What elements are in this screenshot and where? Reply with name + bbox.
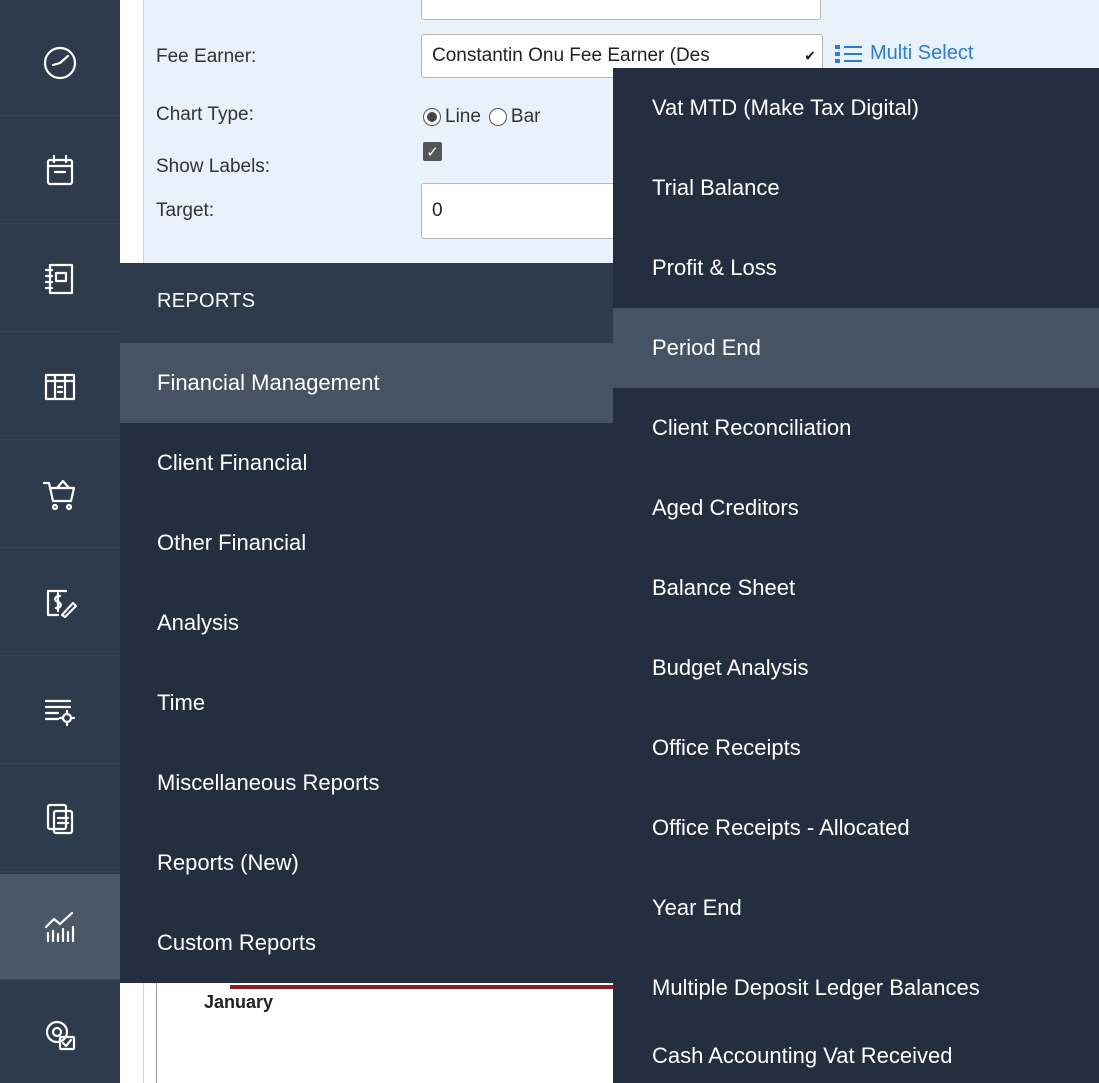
fee-earner-label: Fee Earner: xyxy=(156,46,257,67)
line-radio-label: Line xyxy=(445,106,481,127)
submenu-item-profit-loss[interactable]: Profit & Loss xyxy=(613,228,1099,308)
submenu-item-budget-analysis[interactable]: Budget Analysis xyxy=(613,628,1099,708)
line-radio[interactable] xyxy=(423,108,441,126)
previous-field-input[interactable] xyxy=(421,0,821,20)
chart-type-radio-group: Line Bar xyxy=(423,106,541,128)
rail-table-button[interactable] xyxy=(0,334,120,440)
submenu-item-vat-mtd[interactable]: Vat MTD (Make Tax Digital) xyxy=(613,68,1099,148)
chart-x-tick-label: January xyxy=(204,992,274,1012)
rail-billing-button[interactable] xyxy=(0,550,120,656)
submenu-item-aged-creditors[interactable]: Aged Creditors xyxy=(613,468,1099,548)
multi-select-link[interactable]: Multi Select xyxy=(834,42,973,65)
menu-item-analysis[interactable]: Analysis xyxy=(120,583,613,663)
rail-ledger-button[interactable] xyxy=(0,226,120,332)
chart-series-line xyxy=(230,985,620,989)
bar-radio-label: Bar xyxy=(510,106,541,127)
rail-documents-button[interactable] xyxy=(0,766,120,872)
submenu-item-trial-balance[interactable]: Trial Balance xyxy=(613,148,1099,228)
dashboard-icon xyxy=(43,46,77,79)
rail-list-settings-button[interactable] xyxy=(0,658,120,764)
fee-earner-value: Constantin Onu Fee Earner (Des xyxy=(432,45,710,66)
target-value: 0 xyxy=(432,200,443,221)
rail-system-settings-button[interactable] xyxy=(0,982,120,1083)
chart-type-label: Chart Type: xyxy=(156,104,254,125)
app-window: Fee Earner: Constantin Onu Fee Earner (D… xyxy=(0,0,1099,1083)
target-label: Target: xyxy=(156,200,215,221)
menu-item-financial-management[interactable]: Financial Management xyxy=(120,343,613,423)
calendar-icon xyxy=(46,154,74,185)
menu-item-miscellaneous-reports[interactable]: Miscellaneous Reports xyxy=(120,743,613,823)
submenu-item-period-end[interactable]: Period End xyxy=(613,308,1099,388)
menu-item-reports-new[interactable]: Reports (New) xyxy=(120,823,613,903)
list-settings-icon xyxy=(44,699,76,726)
submenu-item-year-end[interactable]: Year End xyxy=(613,868,1099,948)
menu-item-client-financial[interactable]: Client Financial xyxy=(120,423,613,503)
rail-calendar-button[interactable] xyxy=(0,118,120,224)
rail-cart-button[interactable] xyxy=(0,442,120,548)
reports-chart-icon xyxy=(44,911,75,942)
submenu-item-balance-sheet[interactable]: Balance Sheet xyxy=(613,548,1099,628)
rail-dashboard-button[interactable] xyxy=(0,10,120,116)
billing-icon xyxy=(46,589,78,618)
submenu-item-client-reconciliation[interactable]: Client Reconciliation xyxy=(613,388,1099,468)
cart-icon xyxy=(42,479,76,510)
submenu-item-office-receipts-allocated[interactable]: Office Receipts - Allocated xyxy=(613,788,1099,868)
menu-item-custom-reports[interactable]: Custom Reports xyxy=(120,903,613,983)
chevron-down-icon: ✔ xyxy=(804,47,816,64)
menu-item-time[interactable]: Time xyxy=(120,663,613,743)
ledger-icon xyxy=(44,263,74,294)
multi-select-label: Multi Select xyxy=(870,42,974,64)
show-labels-checkbox[interactable]: ✓ xyxy=(423,142,442,161)
submenu-item-multiple-deposit-ledger-balances[interactable]: Multiple Deposit Ledger Balances xyxy=(613,948,1099,1028)
submenu-item-cash-accounting-vat-received[interactable]: Cash Accounting Vat Received xyxy=(613,1028,1099,1083)
reports-menu-header: REPORTS xyxy=(157,290,256,312)
documents-icon xyxy=(46,803,74,834)
system-settings-icon xyxy=(45,1020,76,1050)
submenu-item-office-receipts[interactable]: Office Receipts xyxy=(613,708,1099,788)
show-labels-label: Show Labels: xyxy=(156,156,271,177)
table-icon xyxy=(44,373,76,400)
rail-reports-button[interactable] xyxy=(0,874,120,980)
navigation-rail xyxy=(0,0,120,1083)
menu-item-other-financial[interactable]: Other Financial xyxy=(120,503,613,583)
list-icon xyxy=(835,44,862,63)
bar-radio[interactable] xyxy=(488,108,507,126)
